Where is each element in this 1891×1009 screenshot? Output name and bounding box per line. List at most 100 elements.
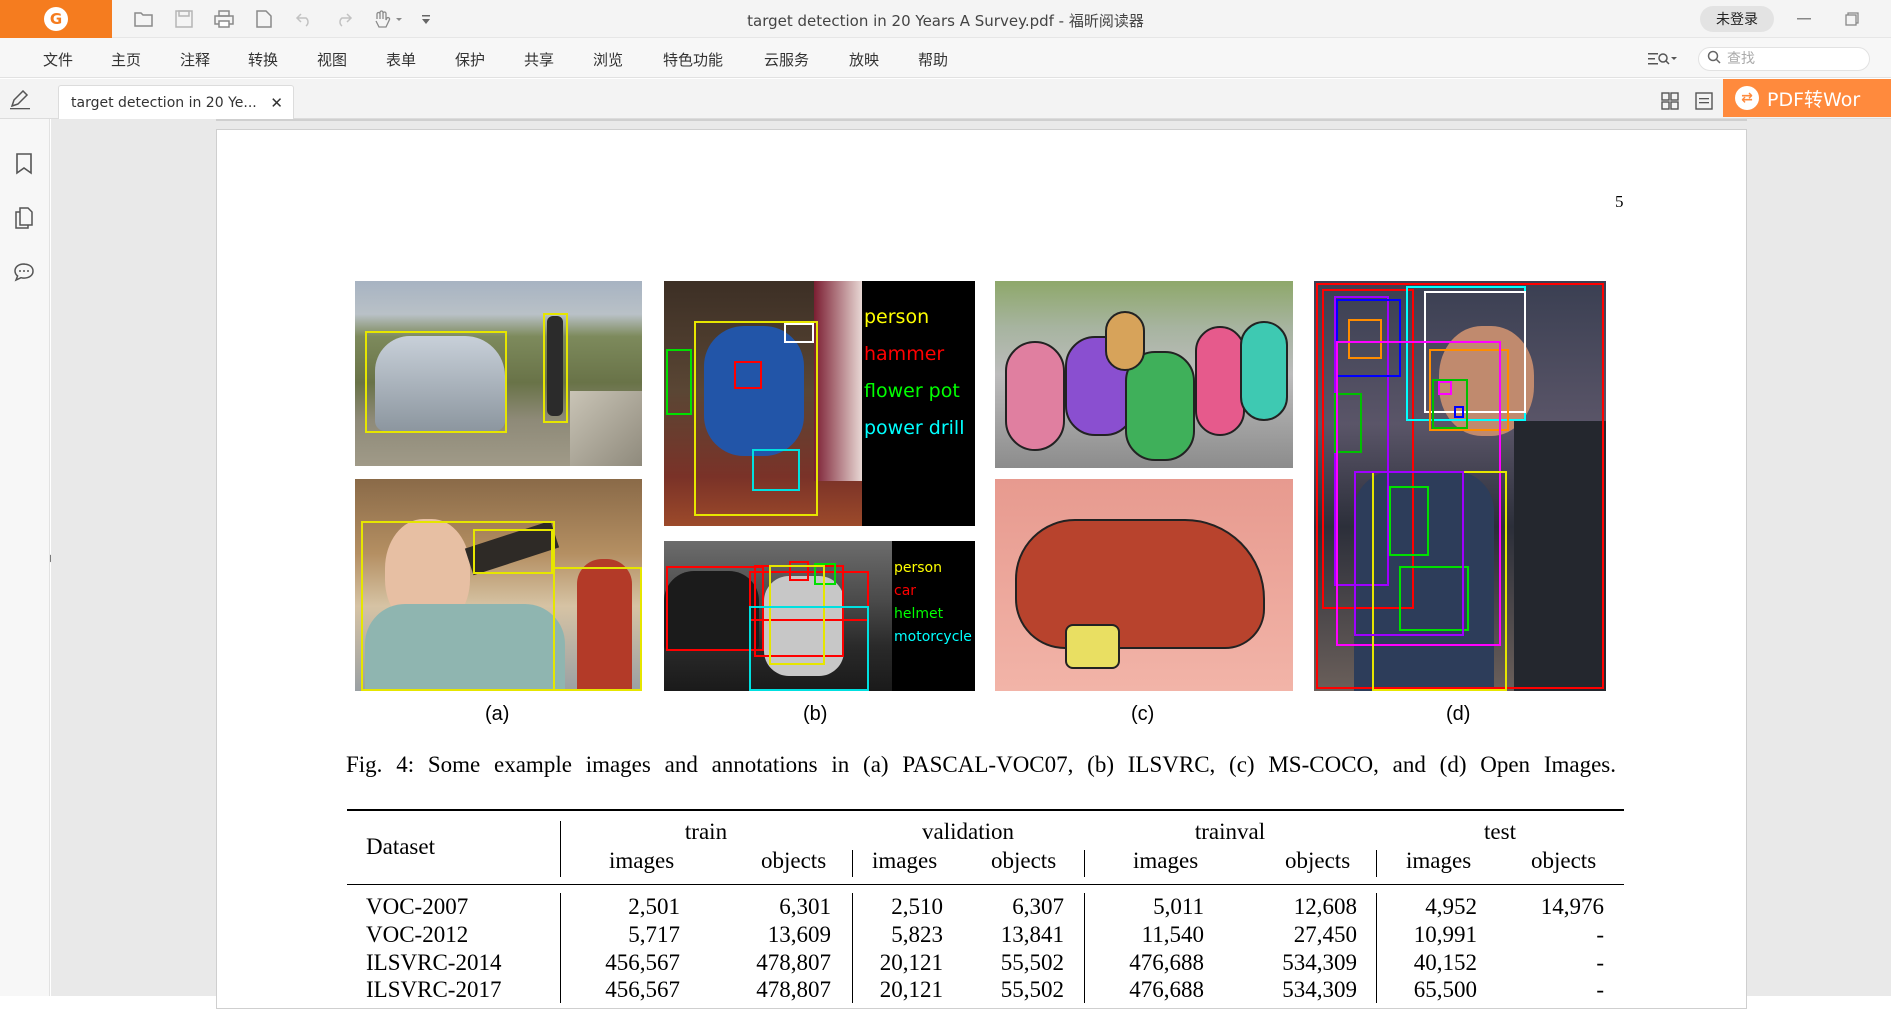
minimize-icon[interactable] [1786,6,1822,32]
legend-b1-flower-pot: flower pot [864,380,960,402]
legend-b1-person: person [864,306,930,328]
figure-c-street-image [995,281,1293,468]
foxit-logo-icon: G [44,7,68,31]
table-cell: - [1596,977,1604,1002]
table-header-train: train [684,819,728,844]
table-cell: 12,608 [1293,894,1357,919]
menu-browse[interactable]: 浏览 [593,49,623,70]
figure-label-b: (b) [803,703,828,725]
page-number: 5 [1615,192,1624,211]
legend-b2-person: person [894,560,942,576]
figure-c-dog-image [995,479,1293,691]
menu-share[interactable]: 共享 [524,49,554,70]
table-cell: - [1596,950,1604,975]
bbox-car-rear [365,331,507,433]
table-sub-objects: objects [991,848,1057,873]
document-tab[interactable]: target detection in 20 Ye... ✕ [58,85,294,119]
open-file-icon[interactable] [131,7,157,31]
table-cell: 5,717 [628,922,680,947]
table-cell: 11,540 [1141,922,1204,947]
figure-caption: Fig. 4: Some example images and annotati… [346,752,1616,777]
table-cell: 55,502 [1000,950,1064,975]
figure-a-drinking-image [355,479,642,691]
table-cell: 534,309 [1282,977,1357,1002]
table-cell: 55,502 [1000,977,1064,1002]
restore-window-icon[interactable] [1834,6,1870,32]
figure-b-drill-image: person hammer flower pot power drill [664,281,975,526]
table-cell: 65,500 [1413,977,1477,1002]
table-cell: 40,152 [1413,950,1477,975]
menu-form[interactable]: 表单 [386,49,416,70]
undo-icon[interactable] [291,7,317,31]
search-mode-dropdown[interactable] [1648,47,1686,71]
table-cell: 478,807 [756,977,831,1002]
curtain-shape [814,281,862,481]
search-input[interactable] [1727,51,1857,67]
menu-help[interactable]: 帮助 [918,49,948,70]
previous-page-edge [216,119,1747,121]
table-cell: 13,609 [767,922,831,947]
hand-tool-icon[interactable] [371,7,405,31]
pages-icon[interactable] [11,205,37,231]
menu-home[interactable]: 主页 [111,49,141,70]
table-vrule-header-3 [1084,850,1085,877]
table-cell: 13,841 [1000,922,1064,947]
table-sub-objects: objects [1285,848,1351,873]
table-cell: 4,952 [1425,894,1477,919]
bookmark-icon[interactable] [11,151,37,177]
thumbnail-grid-icon[interactable] [1659,91,1681,111]
app-logo[interactable]: G [0,0,112,38]
table-cell: 6,301 [779,894,831,919]
menu-comment[interactable]: 注释 [180,49,210,70]
save-icon[interactable] [171,7,197,31]
comments-icon[interactable] [11,259,37,285]
table-cell: 456,567 [605,950,680,975]
table-cell: 27,450 [1293,922,1357,947]
table-vrule-header-2 [852,850,853,877]
bbox-motorcycle [749,606,869,691]
legend-b2-motorcycle: motorcycle [894,629,972,645]
mask-person-1 [1005,341,1065,451]
reading-mode-icon[interactable] [1693,91,1715,111]
customize-toolbar-icon[interactable] [413,7,439,31]
redo-icon[interactable] [331,7,357,31]
login-button[interactable]: 未登录 [1700,6,1774,32]
mask-person-5 [1105,311,1145,371]
menu-convert[interactable]: 转换 [248,49,278,70]
print-icon[interactable] [211,7,237,31]
table-top-rule [347,809,1624,811]
figure-b-photo [664,281,862,526]
legend-b2-car: car [894,583,917,599]
legend-b1: person hammer flower pot power drill [864,299,964,447]
menu-file[interactable]: 文件 [43,49,73,70]
new-document-icon[interactable] [251,7,277,31]
table-cell: 10,991 [1413,922,1477,947]
edit-pen-icon[interactable] [9,89,33,110]
table-cell: 20,121 [879,950,943,975]
table-cell: 534,309 [1282,950,1357,975]
pdf-convert-icon: ⇄ [1735,86,1759,110]
table-sub-images: images [872,848,938,873]
figure-b2-photo [664,541,892,691]
mask-person-4 [1240,321,1288,421]
pdf-to-word-button[interactable]: ⇄ PDF转Wor [1723,79,1891,117]
bbox-person-trunc-2 [553,567,642,691]
title-bar: G target detection in 20 Years A Survey.… [0,0,1891,38]
figure-b-motorcycle-image: person car helmet motorcycle [664,541,975,691]
table-cell: 6,307 [1012,894,1064,919]
table-vrule-header-4 [1376,850,1377,877]
menu-features[interactable]: 特色功能 [663,49,723,70]
menu-cloud-service[interactable]: 云服务 [764,49,809,70]
table-sub-objects: objects [1531,848,1597,873]
menu-view[interactable]: 视图 [317,49,347,70]
legend-b2-helmet: helmet [894,606,944,622]
menu-slideshow[interactable]: 放映 [849,49,879,70]
table-header-validation: validation [922,819,1014,844]
table-header-rule [347,884,1624,885]
close-tab-icon[interactable]: ✕ [270,94,283,112]
menu-protect[interactable]: 保护 [455,49,485,70]
bbox-flower-pot [666,349,692,415]
mask-person-3 [1195,326,1245,436]
table-cell: 478,807 [756,950,831,975]
guardrail-shape [570,391,642,466]
